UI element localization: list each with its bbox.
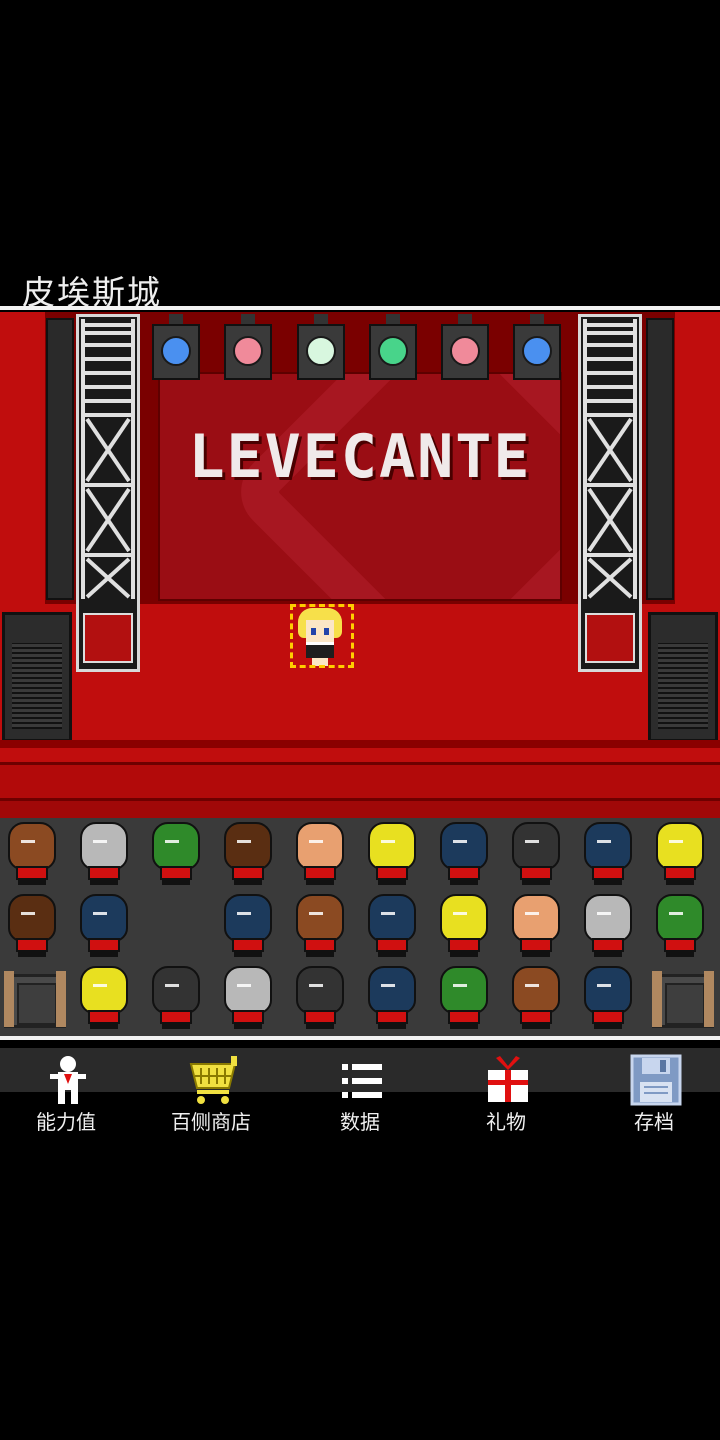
nav-data[interactable]: 数据: [300, 1048, 420, 1140]
audience-fan: [222, 966, 274, 1030]
audience-area: [0, 818, 720, 1036]
truss-lattice: [81, 319, 135, 599]
audience-fan: [294, 822, 346, 886]
nav-gift[interactable]: 礼物: [446, 1048, 566, 1140]
audience-fan: [438, 966, 490, 1030]
audience-fan: [510, 894, 562, 958]
spotlight-bulb: [233, 336, 263, 366]
right-truss-tower: [578, 314, 642, 672]
nav-label: 百侧商店: [171, 1110, 251, 1134]
character-stats-icon: [50, 1056, 86, 1104]
audience-fan: [294, 966, 346, 1030]
list-icon: [342, 1064, 382, 1098]
audience-fan: [654, 894, 706, 958]
spotlight-bulb: [378, 336, 408, 366]
audience-fan: [438, 822, 490, 886]
audience-fan: [78, 822, 130, 886]
nav-label: 数据: [340, 1110, 380, 1134]
audience-fan: [438, 894, 490, 958]
audience-fan: [222, 822, 274, 886]
bottom-nav: 能力值 百侧商店 数据 礼物 存档: [0, 1048, 720, 1140]
selection-frame: [290, 604, 354, 668]
audience-fan: [366, 894, 418, 958]
audience-fan: [294, 894, 346, 958]
audience-fan: [366, 822, 418, 886]
stage-step-upper: [0, 762, 720, 798]
audience-fan: [582, 894, 634, 958]
audience-fan: [78, 966, 130, 1030]
audience-fan: [222, 894, 274, 958]
spotlight-bulb: [306, 336, 336, 366]
spotlight-bulb: [161, 336, 191, 366]
nav-save[interactable]: 存档: [594, 1048, 714, 1140]
concert-stage: LEVECANTE: [0, 312, 720, 818]
gift-icon: [488, 1056, 528, 1102]
shopping-cart-icon: [189, 1056, 237, 1104]
idol-performer[interactable]: [290, 604, 354, 668]
truss-lattice: [583, 319, 637, 599]
stage-floor-edge: [0, 740, 720, 748]
audience-fan: [510, 822, 562, 886]
audience-fan: [150, 966, 202, 1030]
bottom-divider: [0, 1036, 720, 1046]
empty-seat: [4, 971, 66, 1028]
empty-seat: [652, 971, 714, 1028]
spotlight-4: [369, 314, 417, 382]
nav-label: 礼物: [486, 1110, 526, 1134]
nav-shop[interactable]: 百侧商店: [151, 1048, 271, 1140]
nav-label: 能力值: [36, 1110, 96, 1134]
nav-label: 存档: [634, 1110, 674, 1134]
location-header: 皮埃斯城: [0, 262, 720, 312]
spotlight-3: [297, 314, 345, 382]
audience-fan: [510, 966, 562, 1030]
header-divider: [0, 306, 720, 310]
stage-step-lower: [0, 798, 720, 818]
audience-fan: [150, 822, 202, 886]
audience-fan: [78, 894, 130, 958]
audience-fan: [582, 822, 634, 886]
truss-base: [83, 613, 133, 663]
left-truss-tower: [76, 314, 140, 672]
audience-fan: [6, 822, 58, 886]
spotlight-5: [441, 314, 489, 382]
nav-stats[interactable]: 能力值: [6, 1048, 126, 1140]
spotlight-1: [152, 314, 200, 382]
audience-fan: [366, 966, 418, 1030]
audience-fan: [654, 822, 706, 886]
audience-fan: [6, 894, 58, 958]
audience-fan: [582, 966, 634, 1030]
spotlight-bulb: [450, 336, 480, 366]
spotlight-6: [513, 314, 561, 382]
spotlight-bulb: [522, 336, 552, 366]
truss-base: [585, 613, 635, 663]
right-speaker: [648, 612, 718, 742]
spotlight-2: [224, 314, 272, 382]
left-speaker: [2, 612, 72, 742]
save-disk-icon: [630, 1054, 682, 1106]
